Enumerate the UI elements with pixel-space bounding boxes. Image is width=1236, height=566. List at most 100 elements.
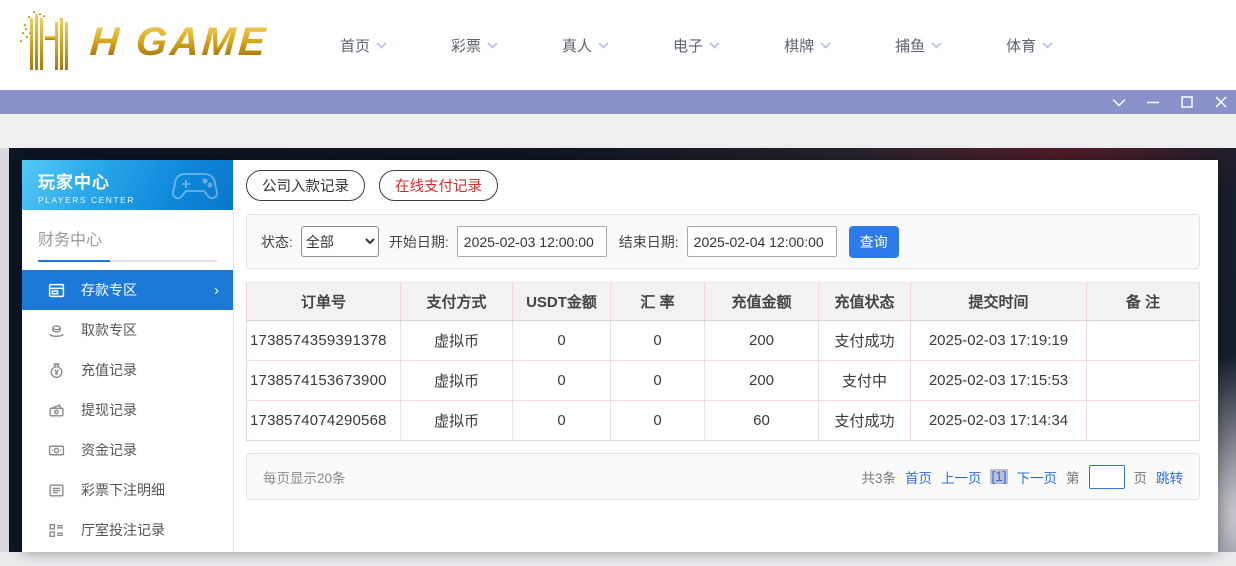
sidebar-item-label: 彩票下注明细	[81, 480, 165, 500]
total-count-text: 共3条	[861, 467, 896, 487]
col-recharge-status: 充值状态	[819, 283, 911, 321]
minimize-icon[interactable]	[1146, 95, 1160, 109]
table-row: 1738574153673900 虚拟币 0 0 200 支付中 2025-02…	[247, 361, 1200, 401]
page-size-text: 每页显示20条	[263, 467, 346, 487]
nav-item-cards[interactable]: 棋牌	[784, 35, 831, 56]
col-exchange-rate: 汇 率	[611, 283, 705, 321]
cell-order-id: 1738574074290568	[247, 401, 401, 441]
sidebar-item-hall-bets[interactable]: 厅室投注记录	[22, 510, 233, 550]
cell-recharge-status: 支付成功	[819, 321, 911, 361]
cell-payment-method: 虚拟币	[401, 361, 513, 401]
col-remark: 备 注	[1087, 283, 1200, 321]
sidebar-item-withdrawal-records[interactable]: 提现记录	[22, 390, 233, 430]
sidebar-item-lottery-bets[interactable]: 彩票下注明细	[22, 470, 233, 510]
nav-item-sports[interactable]: 体育	[1006, 35, 1053, 56]
cell-remark	[1087, 401, 1200, 441]
main-nav: 首页 彩票 真人 电子 棋牌 捕鱼 体育	[340, 0, 1053, 90]
cell-payment-method: 虚拟币	[401, 401, 513, 441]
lottery-bets-icon	[48, 482, 65, 499]
sidebar-item-label: 存款专区	[81, 280, 137, 300]
left-frame-strip	[0, 148, 9, 566]
sidebar-item-label: 充值记录	[81, 360, 137, 380]
main-content: 公司入款记录 在线支付记录 状态: 全部 开始日期: 结束日期: 查询 订单号 …	[234, 160, 1218, 552]
nav-item-fishing[interactable]: 捕鱼	[895, 35, 942, 56]
col-recharge-amount: 充值金额	[705, 283, 819, 321]
hall-bets-icon	[48, 522, 65, 539]
record-tabs: 公司入款记录 在线支付记录	[246, 170, 1200, 201]
col-order-id: 订单号	[247, 283, 401, 321]
nav-label: 彩票	[451, 35, 481, 56]
cell-usdt-amount: 0	[513, 401, 611, 441]
chevron-down-icon	[376, 42, 387, 49]
sidebar-menu: 存款专区 › 取款专区 充值记录 提现记录	[22, 270, 233, 550]
bottom-frame-strip	[0, 552, 1236, 566]
sidebar-item-recharge-records[interactable]: 充值记录	[22, 350, 233, 390]
tab-company-deposit-records[interactable]: 公司入款记录	[246, 170, 365, 201]
sidebar-item-label: 资金记录	[81, 440, 137, 460]
page-suffix-text: 页	[1134, 467, 1148, 487]
cell-submit-time: 2025-02-03 17:14:34	[911, 401, 1087, 441]
window-controls	[1112, 90, 1228, 114]
sidebar-header: 玩家中心 PLAYERS CENTER	[22, 160, 233, 210]
sidebar-item-label: 提现记录	[81, 400, 137, 420]
sidebar: 玩家中心 PLAYERS CENTER 财务中心 存款专区 ›	[22, 160, 234, 552]
col-usdt-amount: USDT金额	[513, 283, 611, 321]
nav-item-lottery[interactable]: 彩票	[451, 35, 498, 56]
nav-item-slots[interactable]: 电子	[673, 35, 720, 56]
pager: 共3条 首页 上一页 [1] 下一页 第 页 跳转	[861, 465, 1183, 489]
nav-label: 体育	[1006, 35, 1036, 56]
sidebar-section-title: 财务中心	[22, 210, 233, 250]
table-row: 1738574074290568 虚拟币 0 0 60 支付成功 2025-02…	[247, 401, 1200, 441]
logo[interactable]: H GAME	[16, 10, 268, 74]
chevron-down-icon	[487, 42, 498, 49]
sidebar-item-label: 取款专区	[81, 320, 137, 340]
cell-order-id: 1738574153673900	[247, 361, 401, 401]
table-header-row: 订单号 支付方式 USDT金额 汇 率 充值金额 充值状态 提交时间 备 注	[247, 283, 1200, 321]
chevron-down-icon	[820, 42, 831, 49]
page-prefix-text: 第	[1066, 467, 1080, 487]
cell-usdt-amount: 0	[513, 361, 611, 401]
nav-item-home[interactable]: 首页	[340, 35, 387, 56]
cell-submit-time: 2025-02-03 17:15:53	[911, 361, 1087, 401]
pagination-bar: 每页显示20条 共3条 首页 上一页 [1] 下一页 第 页 跳转	[246, 453, 1200, 500]
first-page-link[interactable]: 首页	[905, 467, 932, 487]
cell-remark	[1087, 321, 1200, 361]
nav-item-live[interactable]: 真人	[562, 35, 609, 56]
nav-label: 电子	[673, 35, 703, 56]
nav-label: 真人	[562, 35, 592, 56]
cell-payment-method: 虚拟币	[401, 321, 513, 361]
cell-submit-time: 2025-02-03 17:19:19	[911, 321, 1087, 361]
cell-recharge-amount: 200	[705, 361, 819, 401]
deposit-icon	[48, 282, 65, 299]
recharge-record-icon	[48, 362, 65, 379]
sidebar-item-deposit[interactable]: 存款专区 ›	[22, 270, 233, 310]
cell-exchange-rate: 0	[611, 321, 705, 361]
maximize-icon[interactable]	[1180, 95, 1194, 109]
window-titlebar	[0, 90, 1236, 114]
col-submit-time: 提交时间	[911, 283, 1087, 321]
next-page-link[interactable]: 下一页	[1017, 467, 1058, 487]
sidebar-item-label: 厅室投注记录	[81, 520, 165, 540]
page-number-input[interactable]	[1089, 465, 1125, 489]
search-button[interactable]: 查询	[849, 226, 899, 258]
tab-online-payment-records[interactable]: 在线支付记录	[379, 170, 498, 201]
site-header: H GAME 首页 彩票 真人 电子 棋牌 捕鱼 体育	[0, 0, 1236, 90]
close-icon[interactable]	[1214, 95, 1228, 109]
start-date-input[interactable]	[457, 226, 607, 257]
nav-label: 棋牌	[784, 35, 814, 56]
prev-page-link[interactable]: 上一页	[941, 467, 982, 487]
toolbar-strip	[0, 114, 1236, 148]
chevron-down-icon	[1042, 42, 1053, 49]
sidebar-item-funds-records[interactable]: 资金记录	[22, 430, 233, 470]
chevron-down-icon	[598, 42, 609, 49]
chevron-down-icon	[709, 42, 720, 49]
cell-remark	[1087, 361, 1200, 401]
gamepad-icon	[171, 166, 223, 204]
collapse-icon[interactable]	[1112, 95, 1126, 109]
status-select[interactable]: 全部	[301, 226, 379, 257]
cell-recharge-amount: 60	[705, 401, 819, 441]
jump-link[interactable]: 跳转	[1156, 467, 1183, 487]
chevron-down-icon	[931, 42, 942, 49]
end-date-input[interactable]	[687, 226, 837, 257]
sidebar-item-withdraw[interactable]: 取款专区	[22, 310, 233, 350]
